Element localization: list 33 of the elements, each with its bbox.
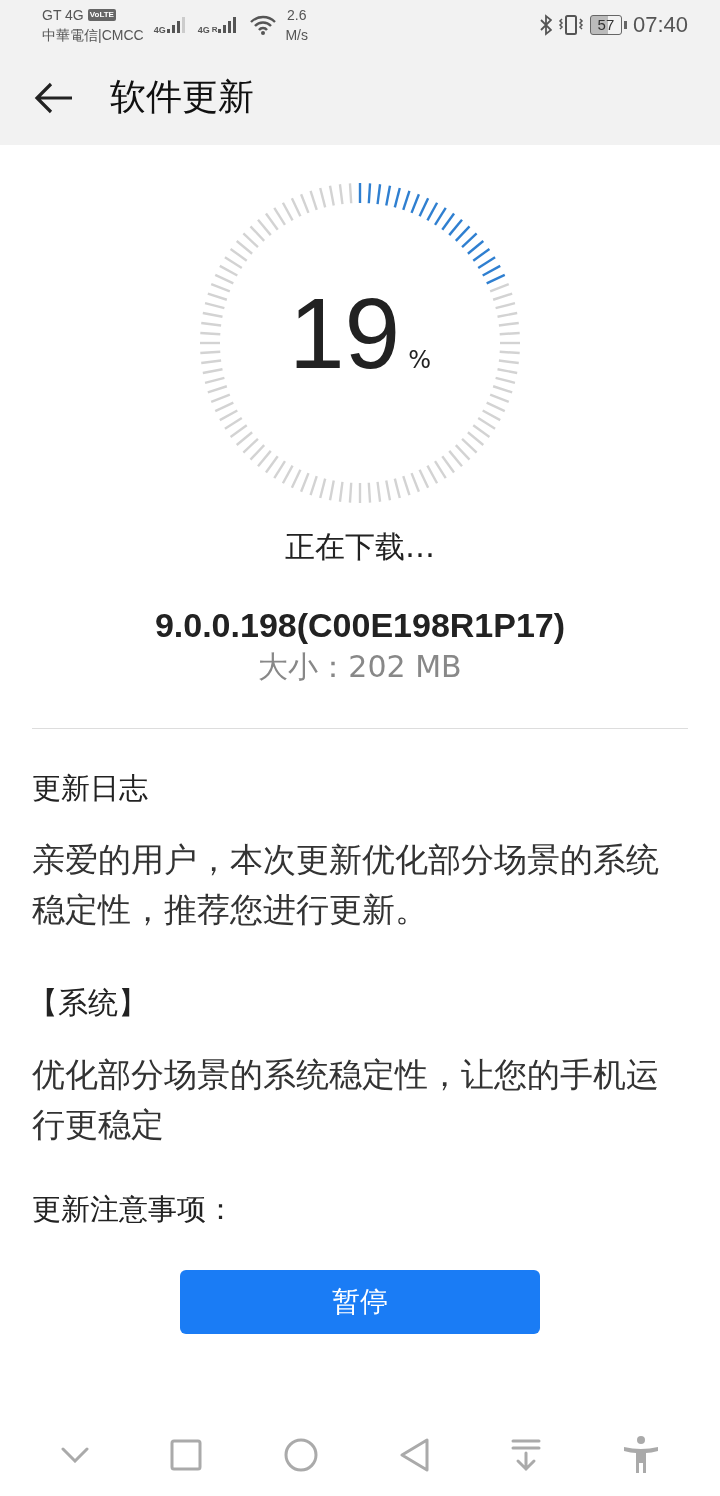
- bluetooth-icon: [539, 14, 552, 36]
- changelog-text: 优化部分场景的系统稳定性，让您的手机运行更稳定: [32, 1054, 660, 1146]
- chevron-down-icon[interactable]: [60, 1447, 89, 1463]
- accessibility-icon[interactable]: [623, 1436, 660, 1474]
- wifi-icon: [249, 14, 278, 36]
- back-icon[interactable]: [399, 1438, 430, 1472]
- section-heading: 更新注意事项：: [32, 1191, 236, 1228]
- network-label: 4G: [197, 25, 210, 35]
- page-title: 软件更新: [110, 75, 254, 119]
- roaming-label: R: [211, 25, 218, 35]
- carrier-name: 中華電信|CMCC: [42, 26, 144, 45]
- volte-badge: VoLTE: [87, 9, 116, 21]
- clock-time: 07:40: [632, 12, 688, 38]
- back-arrow-icon[interactable]: [34, 81, 74, 114]
- progress-percent: 19: [288, 276, 401, 391]
- network-type: GT 4G: [42, 6, 84, 25]
- version-number: 9.0.0.198(C00E198R1P17): [153, 606, 567, 645]
- package-size: 大小：202 MB: [257, 648, 463, 686]
- percent-sign: %: [408, 346, 431, 374]
- recents-icon[interactable]: [170, 1439, 203, 1471]
- changelog-text: 亲爱的用户，本次更新优化部分场景的系统稳定性，推荐您进行更新。: [32, 839, 660, 931]
- section-heading: 【系统】: [28, 984, 149, 1022]
- home-icon[interactable]: [284, 1438, 319, 1472]
- vibrate-icon: [557, 14, 584, 36]
- network-label: 4G: [153, 25, 166, 35]
- battery-level: 57: [589, 15, 622, 35]
- pull-down-icon[interactable]: [511, 1438, 542, 1472]
- download-status: 正在下载…: [284, 528, 436, 566]
- speed-value: 2.6: [286, 6, 308, 25]
- section-heading: 更新日志: [32, 770, 149, 807]
- pause-button[interactable]: 暂停: [180, 1270, 540, 1334]
- signal-icon: [165, 15, 188, 35]
- speed-unit: M/s: [285, 26, 308, 45]
